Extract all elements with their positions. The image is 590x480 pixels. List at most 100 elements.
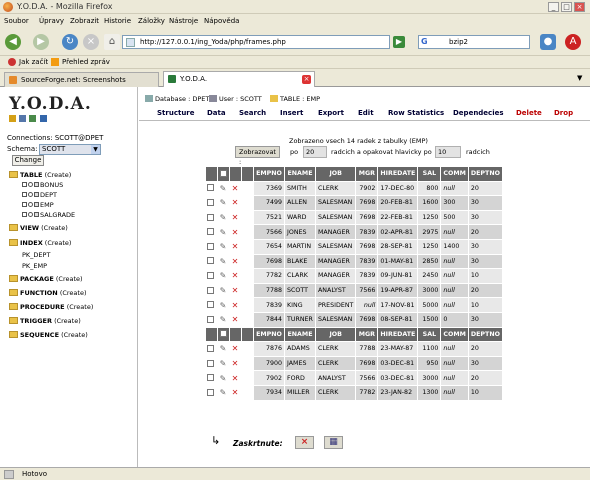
home-icon[interactable]: ⌂ (104, 34, 120, 50)
delete-icon[interactable]: ✕ (231, 257, 239, 266)
row-checkbox[interactable] (207, 242, 214, 250)
tree-index-pk-emp[interactable]: PK_EMP (22, 262, 47, 270)
menu-zobrazit[interactable]: Zobrazit (70, 17, 99, 25)
tree-table-emp[interactable]: EMP (22, 201, 54, 209)
repeat-header-input[interactable]: 10 (435, 146, 461, 158)
schema-select[interactable]: SCOTT ▼ (39, 144, 101, 155)
create-link[interactable]: (Create) (56, 275, 83, 283)
minimize-icon[interactable]: _ (548, 2, 559, 12)
column-header[interactable]: MGR (356, 167, 378, 181)
edit-icon[interactable]: ✎ (219, 198, 227, 207)
tree-table-salgrade[interactable]: SALGRADE (22, 211, 75, 219)
tree-package[interactable]: PACKAGE (Create) (9, 275, 83, 283)
delete-selected-icon[interactable]: × (295, 436, 314, 449)
column-header[interactable]: EMPNO (254, 327, 284, 342)
go-icon[interactable]: ▶ (393, 36, 405, 48)
create-link[interactable]: (Create) (61, 331, 88, 339)
nav-export[interactable]: Export (318, 109, 344, 117)
tree-table-bonus[interactable]: BONUS (22, 181, 63, 189)
create-link[interactable]: (Create) (67, 303, 94, 311)
column-header[interactable]: ENAME (285, 167, 315, 181)
menu-upravy[interactable]: Úpravy (39, 17, 64, 25)
addon-icon[interactable]: ● (540, 34, 556, 50)
row-checkbox[interactable] (207, 228, 214, 236)
column-header[interactable]: HIREDATE (378, 327, 418, 342)
select-all-checkbox[interactable] (220, 330, 227, 338)
column-header[interactable]: JOB (316, 167, 356, 181)
reload-icon[interactable]: ↻ (62, 34, 78, 50)
adblock-icon[interactable]: A (565, 34, 581, 50)
delete-icon[interactable]: ✕ (231, 213, 239, 222)
column-header[interactable]: JOB (316, 327, 356, 342)
back-icon[interactable]: ◀ (5, 34, 21, 50)
row-checkbox[interactable] (207, 198, 214, 206)
column-header[interactable]: EMPNO (254, 167, 284, 181)
row-checkbox[interactable] (207, 213, 214, 221)
delete-icon[interactable]: ✕ (231, 271, 239, 280)
column-header[interactable]: DEPTNO (468, 167, 502, 181)
row-checkbox[interactable] (207, 374, 214, 382)
delete-icon[interactable]: ✕ (231, 374, 239, 383)
tree-procedure[interactable]: PROCEDURE (Create) (9, 303, 93, 311)
table-icon[interactable] (29, 115, 37, 122)
menu-historie[interactable]: Historie (104, 17, 131, 25)
edit-icon[interactable]: ✎ (219, 359, 227, 368)
tree-table-dept[interactable]: DEPT (22, 191, 57, 199)
nav-structure[interactable]: Structure (157, 109, 195, 117)
column-header[interactable]: ENAME (285, 327, 315, 342)
bookmark-prehled-zprav[interactable]: Přehled zpráv (62, 58, 110, 66)
edit-icon[interactable]: ✎ (219, 286, 227, 295)
edit-icon[interactable]: ✎ (219, 242, 227, 251)
create-link[interactable]: (Create) (45, 239, 72, 247)
column-header[interactable]: DEPTNO (468, 327, 502, 342)
nav-delete[interactable]: Delete (516, 109, 542, 117)
help-icon[interactable] (39, 115, 47, 122)
tab-list-icon[interactable]: ▼ (577, 74, 582, 82)
row-checkbox[interactable] (207, 315, 214, 323)
row-checkbox[interactable] (207, 301, 214, 309)
edit-icon[interactable]: ✎ (219, 184, 227, 193)
menu-nastroje[interactable]: Nástroje (169, 17, 198, 25)
edit-icon[interactable]: ✎ (219, 388, 227, 397)
tree-table[interactable]: TABLE (Create) (9, 171, 71, 179)
edit-icon[interactable]: ✎ (219, 315, 227, 324)
create-link[interactable]: (Create) (60, 289, 87, 297)
sql-icon[interactable] (19, 115, 27, 122)
delete-icon[interactable]: ✕ (231, 315, 239, 324)
row-checkbox[interactable] (207, 359, 214, 367)
forward-icon[interactable]: ▶ (33, 34, 49, 50)
url-bar[interactable]: http://127.0.0.1/ing_Yoda/php/frames.php (122, 35, 390, 49)
nav-insert[interactable]: Insert (280, 109, 303, 117)
nav-drop[interactable]: Drop (554, 109, 573, 117)
tree-index[interactable]: INDEX (Create) (9, 239, 71, 247)
row-checkbox[interactable] (207, 257, 214, 265)
tree-view[interactable]: VIEW (Create) (9, 224, 68, 232)
search-bar[interactable]: G bzip2 (418, 35, 530, 49)
delete-icon[interactable]: ✕ (231, 228, 239, 237)
tab-yoda[interactable]: Y.O.D.A. × (163, 71, 315, 87)
menu-soubor[interactable]: Soubor (4, 17, 29, 25)
delete-icon[interactable]: ✕ (231, 388, 239, 397)
row-checkbox[interactable] (207, 286, 214, 294)
nav-dependecies[interactable]: Dependecies (453, 109, 504, 117)
delete-icon[interactable]: ✕ (231, 242, 239, 251)
delete-icon[interactable]: ✕ (231, 184, 239, 193)
column-header[interactable]: HIREDATE (378, 167, 418, 181)
change-button[interactable]: Change (12, 155, 44, 166)
menu-napoveda[interactable]: Nápověda (204, 17, 239, 25)
create-link[interactable]: (Create) (45, 171, 72, 179)
rows-per-page-input[interactable]: 20 (303, 146, 327, 158)
column-header[interactable]: SAL (418, 327, 441, 342)
delete-icon[interactable]: ✕ (231, 359, 239, 368)
column-header[interactable]: SAL (418, 167, 441, 181)
delete-icon[interactable]: ✕ (231, 301, 239, 310)
bookmark-jak-zacit[interactable]: Jak začít (19, 58, 48, 66)
select-all-checkbox[interactable] (220, 169, 227, 177)
column-header[interactable]: COMM (441, 167, 468, 181)
tab-sourceforge[interactable]: SourceForge.net: Screenshots (4, 72, 159, 87)
create-link[interactable]: (Create) (54, 317, 81, 325)
tab-close-icon[interactable]: × (302, 75, 311, 84)
edit-icon[interactable]: ✎ (219, 213, 227, 222)
nav-row-statistics[interactable]: Row Statistics (388, 109, 444, 117)
row-checkbox[interactable] (207, 388, 214, 396)
